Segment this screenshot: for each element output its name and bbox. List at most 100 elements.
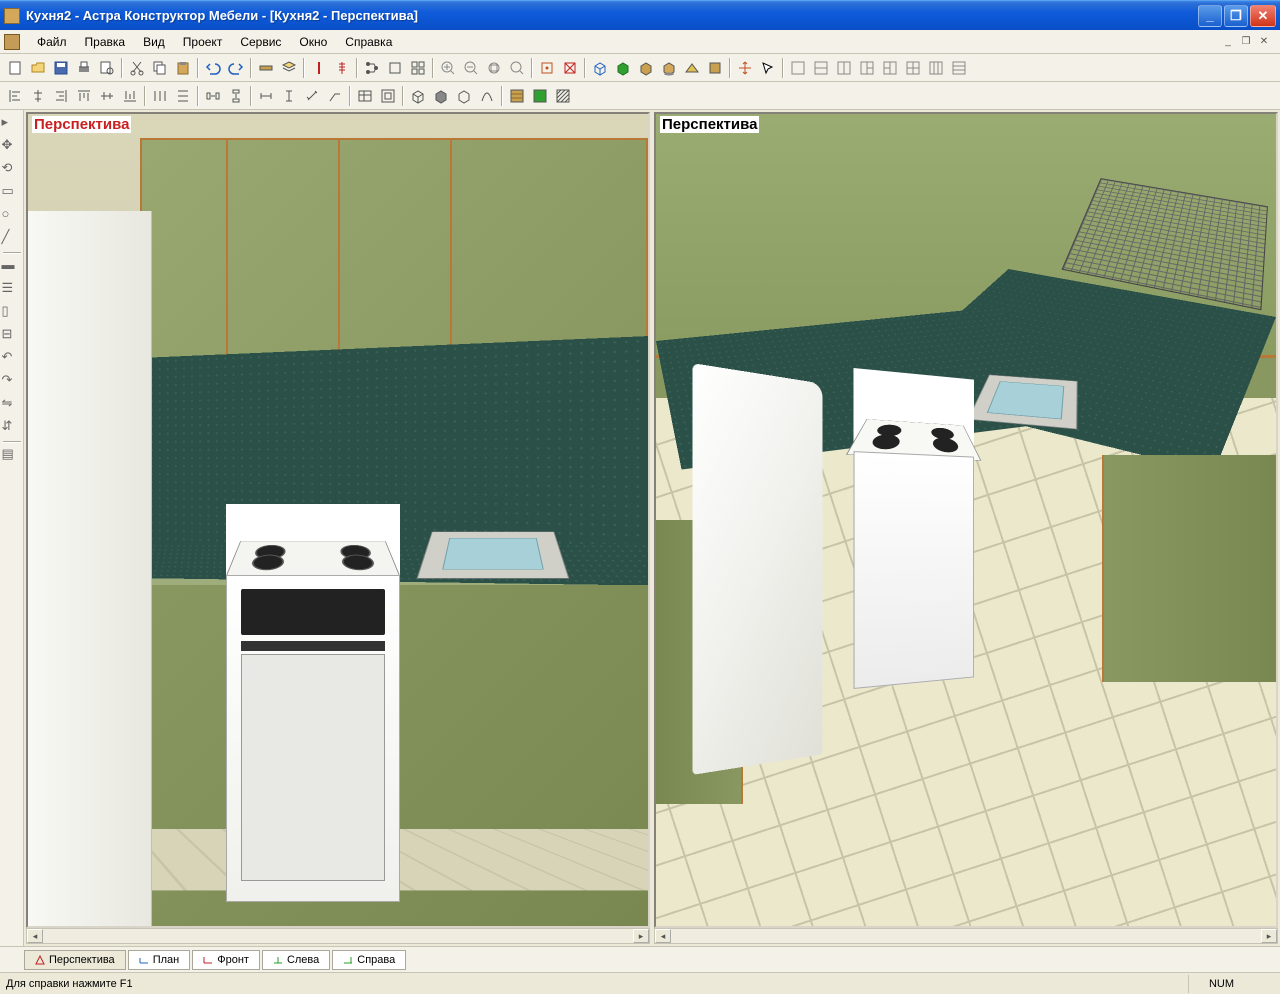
scroll-left-icon[interactable]: ◂ (27, 929, 43, 943)
dim-leader-icon[interactable] (324, 85, 346, 107)
align-top-icon[interactable] (73, 85, 95, 107)
menu-window[interactable]: Окно (290, 32, 336, 52)
door-icon[interactable]: ▯ (2, 303, 22, 323)
layout-1-icon[interactable] (787, 57, 809, 79)
mdi-close-button[interactable]: ✕ (1256, 35, 1272, 49)
tab-right[interactable]: Справа (332, 950, 406, 970)
dim-horizontal-icon[interactable] (255, 85, 277, 107)
shelf-icon[interactable]: ☰ (2, 280, 22, 300)
mdi-restore-button[interactable]: ❐ (1238, 35, 1254, 49)
measure-icon[interactable] (255, 57, 277, 79)
frame-icon[interactable] (377, 85, 399, 107)
layout-3b-icon[interactable] (879, 57, 901, 79)
dim-vertical-icon[interactable] (278, 85, 300, 107)
layout-5-icon[interactable] (925, 57, 947, 79)
drawer-icon[interactable]: ⊟ (2, 326, 22, 346)
distribute-v-icon[interactable] (172, 85, 194, 107)
print-preview-icon[interactable] (96, 57, 118, 79)
scroll-right-icon[interactable]: ▸ (633, 929, 649, 943)
space-h-icon[interactable] (202, 85, 224, 107)
zoom-in-icon[interactable] (437, 57, 459, 79)
tab-perspective[interactable]: Перспектива (24, 950, 126, 970)
box-icon[interactable] (384, 57, 406, 79)
snap-cross-icon[interactable] (559, 57, 581, 79)
circle-icon[interactable]: ○ (2, 206, 22, 226)
align-middle-icon[interactable] (96, 85, 118, 107)
distribute-h-icon[interactable] (149, 85, 171, 107)
table-icon[interactable] (354, 85, 376, 107)
layers-icon[interactable] (278, 57, 300, 79)
curve-icon[interactable] (476, 85, 498, 107)
snap-center-icon[interactable] (536, 57, 558, 79)
view-solid-icon[interactable] (612, 57, 634, 79)
menu-edit[interactable]: Правка (76, 32, 135, 52)
mdi-minimize-button[interactable]: _ (1220, 35, 1236, 49)
undo-icon[interactable] (202, 57, 224, 79)
close-button[interactable]: ✕ (1250, 5, 1276, 27)
pointer-icon[interactable]: ▸ (2, 114, 22, 134)
view-render-icon[interactable] (704, 57, 726, 79)
scroll-right-icon[interactable]: ▸ (1261, 929, 1277, 943)
space-v-icon[interactable] (225, 85, 247, 107)
mirror-icon[interactable]: ⇋ (2, 395, 22, 415)
viewport-left[interactable]: Перспектива (26, 112, 650, 928)
align-center-h-icon[interactable] (27, 85, 49, 107)
cube-solid-icon[interactable] (430, 85, 452, 107)
menu-project[interactable]: Проект (174, 32, 232, 52)
layout-3a-icon[interactable] (856, 57, 878, 79)
zoom-fit-icon[interactable] (483, 57, 505, 79)
tool-select-icon[interactable] (757, 57, 779, 79)
tab-front[interactable]: Фронт (192, 950, 260, 970)
maximize-button[interactable]: ❐ (1224, 5, 1248, 27)
tool-move-icon[interactable] (734, 57, 756, 79)
library-icon[interactable]: ▤ (2, 446, 22, 466)
rotate-left-icon[interactable]: ↶ (2, 349, 22, 369)
align-left-icon[interactable] (4, 85, 26, 107)
rotate-right-icon[interactable]: ↷ (2, 372, 22, 392)
new-icon[interactable] (4, 57, 26, 79)
cube-wireframe-icon[interactable] (407, 85, 429, 107)
viewport-right-scrollbar[interactable]: ◂ ▸ (654, 928, 1278, 944)
align-bottom-icon[interactable] (119, 85, 141, 107)
layout-2v-icon[interactable] (833, 57, 855, 79)
pan-icon[interactable]: ✥ (2, 137, 22, 157)
tab-left[interactable]: Слева (262, 950, 330, 970)
screw-icon[interactable] (331, 57, 353, 79)
open-icon[interactable] (27, 57, 49, 79)
print-icon[interactable] (73, 57, 95, 79)
flip-icon[interactable]: ⇵ (2, 418, 22, 438)
view-textured-icon[interactable] (635, 57, 657, 79)
copy-icon[interactable] (149, 57, 171, 79)
save-icon[interactable] (50, 57, 72, 79)
rect-icon[interactable]: ▭ (2, 183, 22, 203)
scroll-left-icon[interactable]: ◂ (655, 929, 671, 943)
zoom-out-icon[interactable] (460, 57, 482, 79)
grid-icon[interactable] (407, 57, 429, 79)
material-color-icon[interactable] (529, 85, 551, 107)
line-icon[interactable]: ╱ (2, 229, 22, 249)
minimize-button[interactable]: _ (1198, 5, 1222, 27)
menu-file[interactable]: Файл (28, 32, 76, 52)
viewport-left-scrollbar[interactable]: ◂ ▸ (26, 928, 650, 944)
align-right-icon[interactable] (50, 85, 72, 107)
menu-view[interactable]: Вид (134, 32, 174, 52)
viewport-right[interactable]: Перспектива (654, 112, 1278, 928)
dim-aligned-icon[interactable] (301, 85, 323, 107)
tab-plan[interactable]: План (128, 950, 191, 970)
layout-4-icon[interactable] (902, 57, 924, 79)
material-wood-icon[interactable] (506, 85, 528, 107)
view-wireframe-icon[interactable] (589, 57, 611, 79)
document-icon[interactable] (4, 34, 20, 50)
panel-icon[interactable]: ▬ (2, 257, 22, 277)
orbit-icon[interactable]: ⟲ (2, 160, 22, 180)
drill-icon[interactable] (308, 57, 330, 79)
layout-6-icon[interactable] (948, 57, 970, 79)
view-perspective-icon[interactable] (681, 57, 703, 79)
layout-2h-icon[interactable] (810, 57, 832, 79)
menu-service[interactable]: Сервис (231, 32, 290, 52)
tree-icon[interactable] (361, 57, 383, 79)
redo-icon[interactable] (225, 57, 247, 79)
menu-help[interactable]: Справка (336, 32, 401, 52)
zoom-window-icon[interactable] (506, 57, 528, 79)
view-shadow-icon[interactable] (658, 57, 680, 79)
